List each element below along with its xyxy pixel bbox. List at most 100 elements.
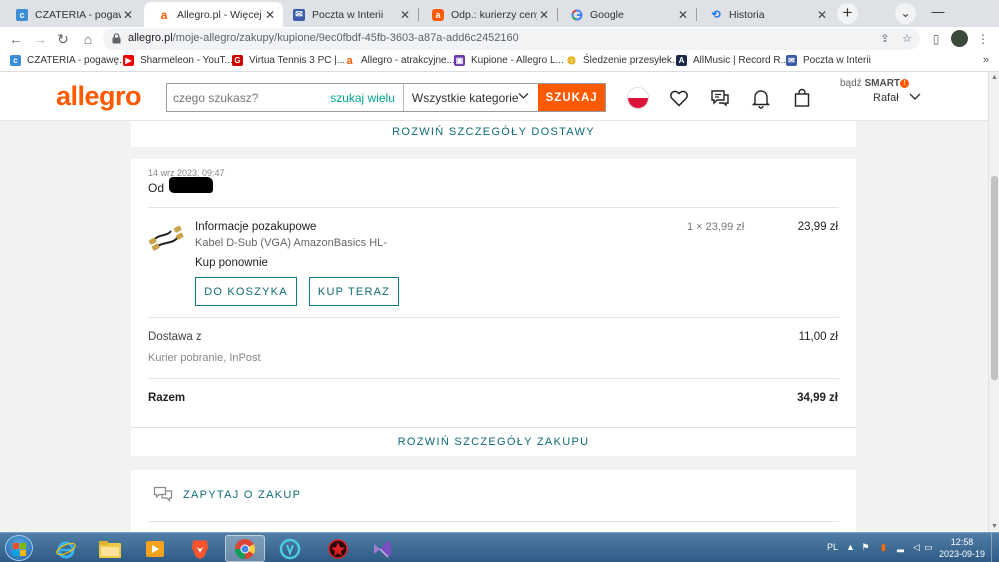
new-tab-button[interactable]: + [837,3,858,24]
shipping-method: Kurier pobranie, InPost [148,352,261,364]
expand-delivery-link[interactable]: ROZWIŃ SZCZEGÓŁY DOSTAWY [131,121,856,138]
bookmarks-bar: c CZATERIA - pogawę... ▶ Sharmeleon - YouT… [0,51,999,72]
mail-icon: ✉ [786,55,797,66]
search-button[interactable]: SZUKAJ [538,84,605,111]
scroll-thumb[interactable] [991,176,998,380]
language-indicator[interactable]: PL [827,542,838,552]
cart-bag-icon[interactable] [791,87,813,109]
menu-dots-icon[interactable]: ⋮ [974,30,992,48]
search-bar: szukaj wielu Wszystkie kategorie SZUKAJ [166,83,606,112]
buy-now-button[interactable]: KUP TERAZ [309,277,399,306]
start-button[interactable] [5,535,33,561]
show-desktop-button[interactable] [991,533,999,562]
game-app-icon[interactable] [318,535,358,562]
allegro-header: allegro szukaj wielu Wszystkie kategorie… [0,72,988,121]
speaker-icon[interactable]: ◁ [911,542,922,553]
close-tab-icon[interactable]: ✕ [398,8,412,22]
minimize-icon[interactable]: — [928,2,948,22]
media-player-icon[interactable] [135,535,175,562]
network-signal-icon[interactable]: ▂ [895,542,906,553]
bookmark-star-icon[interactable]: ☆ [899,31,915,47]
chrome-icon[interactable] [225,535,265,562]
heart-icon[interactable] [668,87,690,109]
product-description[interactable]: Kabel D-Sub (VGA) AmazonBasics HL- [195,237,387,249]
rebuy-label: Kup ponownie [195,257,268,269]
profile-avatar[interactable] [951,30,968,47]
share-icon[interactable]: ⇪ [877,31,893,47]
close-tab-icon[interactable]: ✕ [676,8,690,22]
czateria-icon: c [10,55,21,66]
brave-browser-icon[interactable] [180,535,220,562]
tab-google[interactable]: Google ✕ [557,2,696,27]
forward-arrow-icon[interactable]: → [30,29,50,49]
allegro-logo[interactable]: allegro [56,81,142,112]
bookmarks-more[interactable]: » [983,54,989,66]
flag-icon[interactable]: ⚑ [860,542,871,553]
battery-icon[interactable]: ▮ [878,542,889,553]
home-icon[interactable]: ⌂ [78,29,98,49]
tab-allegro[interactable]: a Allegro.pl - Więcej niż aukcje ✕ [144,2,283,27]
monitor-icon[interactable]: ▭ [923,542,934,553]
scroll-down-icon[interactable]: ▼ [991,523,998,530]
mail-icon: ✉ [293,8,305,21]
item-price: 23,99 zł [797,221,838,233]
close-tab-icon[interactable]: ✕ [121,8,135,22]
poland-flag-icon[interactable] [627,87,649,109]
browser-tab-strip: c CZATERIA - pogawędki ✕ a Allegro.pl - … [0,0,999,27]
vpn-app-icon[interactable] [270,535,310,562]
messages-icon[interactable] [709,87,731,109]
bag-icon: ▣ [454,55,465,66]
lock-icon [112,33,121,44]
bookmark-allegro[interactable]: a Allegro - atrakcyjne... [344,55,455,67]
allegro-icon: a [432,8,444,21]
history-icon: ⟲ [711,9,721,21]
close-tab-icon[interactable]: ✕ [815,8,829,22]
bookmark-sharmeleon[interactable]: ▶ Sharmeleon - YouT... [123,55,233,66]
windows-taskbar: PL ▲ ⚑ ▮ ▂ ◁ ▭ 12:58 2023-09-19 [0,532,999,562]
bookmark-virtua-tennis[interactable]: G Virtua Tennis 3 PC |... [232,55,345,66]
czateria-icon: c [16,8,28,21]
search-many-link[interactable]: szukaj wielu [330,91,395,105]
youtube-icon: ▶ [123,55,134,66]
internet-explorer-icon[interactable] [46,535,86,562]
add-to-cart-button[interactable]: DO KOSZYKA [195,277,297,306]
bell-icon[interactable] [750,87,772,109]
ask-card: ZAPYTAJ O ZAKUP [131,470,856,532]
side-panel-icon[interactable]: ▯ [927,30,945,48]
visual-studio-icon[interactable] [362,535,402,562]
scroll-up-icon[interactable]: ▲ [991,74,998,81]
total-value: 34,99 zł [797,392,838,404]
ask-about-purchase-link[interactable]: ZAPYTAJ O ZAKUP [183,489,301,501]
redacted-seller [169,177,213,193]
tab-kurierzy[interactable]: a Odp.: kurierzy ceny pobrania ✕ [418,2,557,27]
user-name[interactable]: Rafał [873,92,899,104]
chevron-down-icon [517,89,530,105]
taskbar-clock[interactable]: 12:58 2023-09-19 [937,536,987,560]
address-bar[interactable]: allegro.pl/moje-allegro/zakupy/kupione/9… [103,28,920,50]
tab-poczta[interactable]: ✉ Poczta w Interii ✕ [279,2,418,27]
close-tab-icon[interactable]: ✕ [537,8,551,22]
smart-badge[interactable]: bądź SMART! [840,78,910,89]
bulb-icon: ◍ [566,55,577,66]
g-icon: G [232,55,243,66]
back-arrow-icon[interactable]: ← [6,29,26,49]
show-hidden-icons-icon[interactable]: ▲ [845,542,856,553]
page-scrollbar[interactable]: ▲ ▼ [988,72,999,532]
bookmark-kupione[interactable]: ▣ Kupione - Allegro L... [454,55,564,66]
allmusic-icon: A [676,55,687,66]
bookmark-poczta[interactable]: ✉ Poczta w Interii [786,55,871,66]
bookmark-czateria[interactable]: c CZATERIA - pogawę... [10,55,127,66]
file-explorer-icon[interactable] [90,535,130,562]
tab-search-icon[interactable]: ⌄ [895,3,916,24]
chevron-down-icon[interactable] [908,89,922,106]
bookmark-sledzenie[interactable]: ◍ Śledzenie przesyłek... [566,55,680,66]
category-select[interactable]: Wszystkie kategorie [402,84,538,111]
expand-purchase-link[interactable]: ROZWIŃ SZCZEGÓŁY ZAKUPU [131,436,856,448]
reload-icon[interactable]: ↻ [53,29,73,49]
close-tab-icon[interactable]: ✕ [263,8,277,22]
product-name[interactable]: Informacje pozakupowe [195,221,316,233]
seller-label: Od [148,181,165,195]
tab-history[interactable]: ⟲ Historia ✕ [696,2,835,27]
bookmark-allmusic[interactable]: A AllMusic | Record R... [676,55,789,66]
tab-czateria[interactable]: c CZATERIA - pogawędki ✕ [2,2,141,27]
